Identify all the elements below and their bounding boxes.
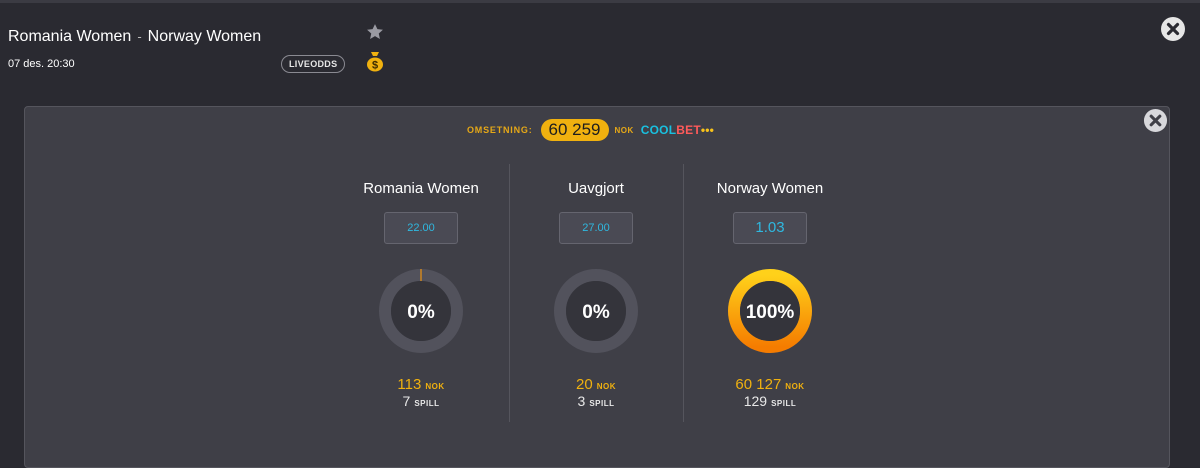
games-unit: SPILL [771,399,797,408]
percent-label: 100% [746,302,795,323]
turnover-label: OMSETNING: [467,125,533,135]
amount-value: 60 127 [735,376,782,393]
outcome-name: Norway Women [716,180,824,197]
turnover-bar: OMSETNING: 60 259 NOK COOLBET••• [0,118,1200,142]
top-border [0,0,1200,3]
amount-unit: NOK [596,382,616,391]
svg-text:$: $ [372,60,378,72]
match-title: Romania Women - Norway Women [8,28,261,46]
star-icon[interactable] [365,22,385,42]
percent-label: 0% [407,302,435,323]
games-row: 7 SPILL [334,393,508,411]
percent-donut: 0% [379,269,463,353]
amount-value: 20 [576,376,593,393]
outcome-name: Romania Women [363,180,479,197]
liveodds-badge[interactable]: LIVEODDS [281,55,346,73]
games-unit: SPILL [589,399,615,408]
games-row: 3 SPILL [509,393,683,411]
outcome-draw: Uavgjort 27.00 0% 20 NOK 3 SPILL [509,164,683,424]
games-count: 3 [577,393,586,409]
amount-unit: NOK [785,382,805,391]
percent-donut: 0% [554,269,638,353]
title-separator: - [137,29,142,44]
games-row: 129 SPILL [683,393,857,411]
coolbet-logo[interactable]: COOLBET••• [641,123,714,137]
turnover-value: 60 259 [540,119,609,141]
odds-button-draw[interactable]: 27.00 [559,212,633,244]
outcome-home: Romania Women 22.00 0% 113 NOK 7 SPILL [334,164,508,424]
odds-button-away[interactable]: 1.03 [733,212,807,244]
amount-unit: NOK [425,382,445,391]
close-icon[interactable] [1160,16,1186,42]
games-unit: SPILL [414,399,440,408]
amount-value: 113 [397,376,422,393]
home-team-name: Romania Women [8,28,132,45]
turnover-currency: NOK [614,125,634,135]
amount-row: 113 NOK [334,376,508,394]
match-date: 07 des. 20:30 [8,58,75,70]
games-count: 129 [743,393,768,409]
outcome-away: Norway Women 1.03 100% 60 127 NOK 129 SPIL… [683,164,857,424]
percent-label: 0% [582,302,610,323]
amount-row: 60 127 NOK [683,376,857,394]
percent-donut: 100% [728,269,812,353]
outcome-name: Uavgjort [568,180,624,197]
amount-row: 20 NOK [509,376,683,394]
odds-button-home[interactable]: 22.00 [384,212,458,244]
away-team-name: Norway Women [147,28,262,45]
games-count: 7 [402,393,411,409]
money-bag-icon[interactable]: $ [365,50,385,72]
